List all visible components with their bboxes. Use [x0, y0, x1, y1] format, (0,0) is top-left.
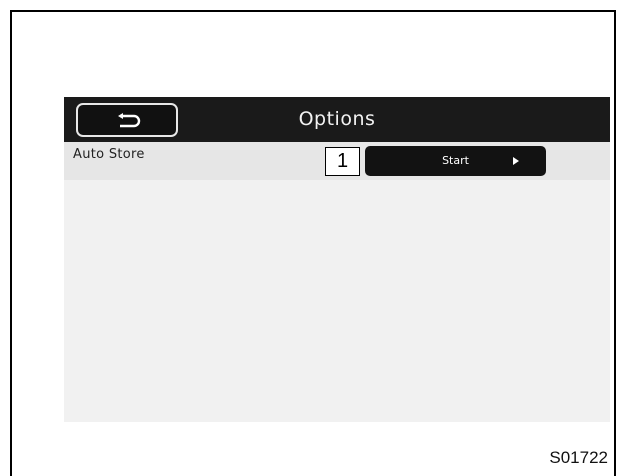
auto-store-label: Auto Store	[73, 147, 145, 162]
return-arrow-icon	[118, 113, 141, 128]
figure-frame: Options Auto Store 1 Start S01722	[10, 10, 616, 476]
list-item-auto-store: Auto Store 1 Start	[64, 142, 610, 180]
options-screen: Options Auto Store 1 Start	[64, 97, 610, 422]
callout-number: 1	[325, 147, 360, 176]
figure-code: S01722	[549, 448, 608, 467]
play-arrow-icon	[513, 157, 519, 165]
start-button[interactable]: Start	[365, 146, 546, 176]
back-button[interactable]	[76, 103, 178, 137]
header-bar: Options	[64, 97, 610, 142]
